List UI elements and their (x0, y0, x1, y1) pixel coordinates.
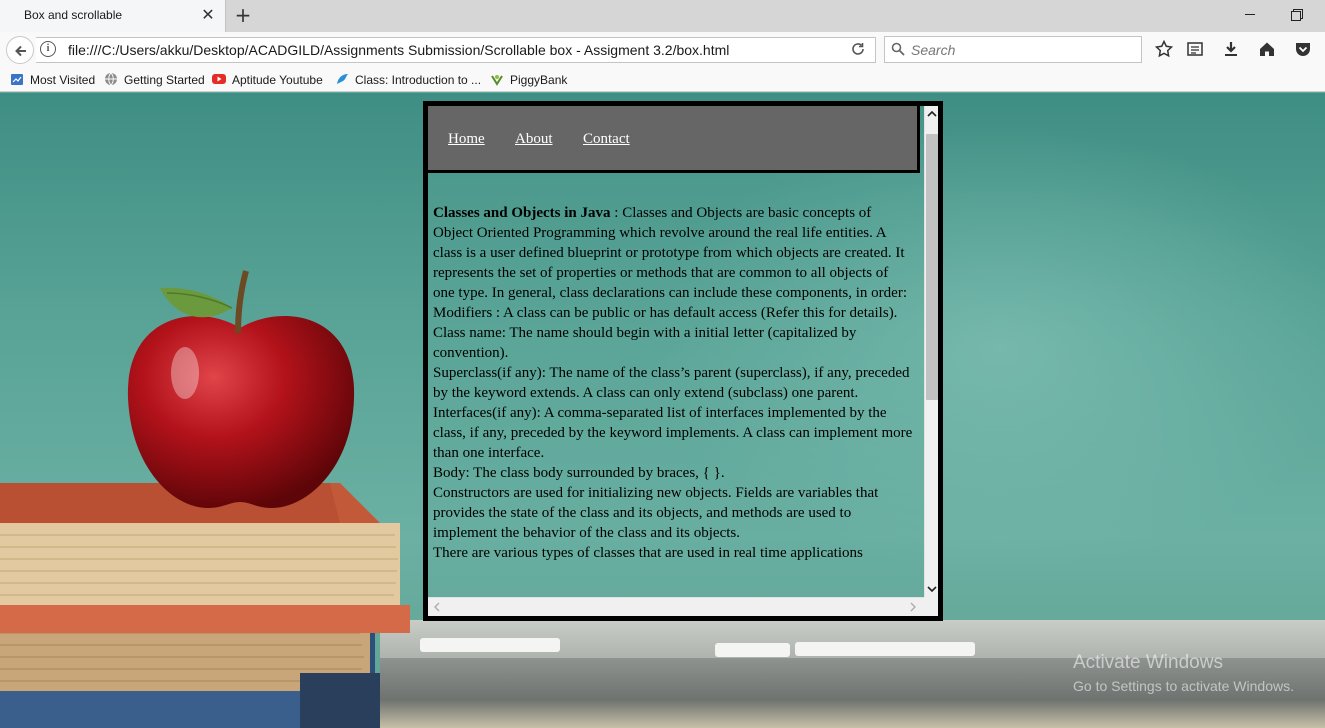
nav-link-home[interactable]: Home (448, 131, 485, 148)
search-icon (891, 42, 905, 56)
bookmark-most-visited[interactable]: Most Visited (10, 72, 95, 90)
chalk-piece (420, 638, 560, 652)
nav-link-contact[interactable]: Contact (583, 131, 630, 148)
vertical-scrollbar[interactable] (924, 106, 938, 597)
reading-list-icon[interactable] (1186, 40, 1204, 58)
box-nav-bar: Home About Contact (428, 106, 920, 173)
article-paragraph: Body: The class body surrounded by brace… (433, 465, 725, 481)
vertical-scroll-thumb[interactable] (926, 134, 938, 400)
article-paragraph: Class name: The name should begin with a… (433, 325, 857, 361)
activate-windows-watermark: Activate Windows Go to Settings to activ… (1073, 652, 1294, 694)
back-arrow-icon (15, 45, 26, 57)
scroll-down-arrow-icon[interactable] (925, 581, 939, 597)
watermark-subtitle: Go to Settings to activate Windows. (1073, 678, 1294, 694)
scroll-right-arrow-icon[interactable] (908, 602, 918, 612)
bookmark-getting-started[interactable]: Getting Started (104, 72, 205, 90)
restore-window-icon[interactable] (1289, 6, 1305, 22)
bird-icon (337, 74, 348, 84)
url-text[interactable]: file:///C:/Users/akku/Desktop/ACADGILD/A… (68, 42, 729, 58)
globe-icon (105, 72, 117, 86)
piggybank-icon (491, 75, 503, 86)
back-button[interactable] (6, 36, 34, 64)
reload-icon[interactable] (850, 41, 866, 57)
scrollbar-corner (924, 597, 938, 616)
minimize-window-icon[interactable] (1242, 6, 1258, 22)
scroll-left-arrow-icon[interactable] (432, 602, 442, 612)
youtube-icon (212, 74, 226, 84)
bookmarks-folder-icon (11, 74, 23, 85)
article-paragraph: Interfaces(if any): A comma-separated li… (433, 405, 913, 461)
download-icon[interactable] (1222, 40, 1240, 58)
red-apple-illustration (127, 270, 355, 508)
bookmark-aptitude-youtube[interactable]: Aptitude Youtube (212, 72, 323, 90)
bookmark-star-icon[interactable] (1155, 40, 1173, 58)
watermark-title: Activate Windows (1073, 652, 1223, 673)
scrollable-box[interactable]: Home About Contact Classes and Objects i… (423, 101, 943, 621)
site-info-icon[interactable]: i (40, 41, 56, 57)
tab-title: Box and scrollable (24, 8, 123, 22)
nav-link-about[interactable]: About (515, 131, 553, 148)
chalk-piece (715, 643, 790, 657)
close-tab-icon[interactable]: ✕ (199, 6, 217, 24)
bookmark-class-introduction[interactable]: Class: Introduction to ... (335, 72, 481, 90)
box-article: Classes and Objects in Java : Classes an… (433, 203, 913, 563)
bookmark-piggybank[interactable]: PiggyBank (490, 72, 567, 90)
article-paragraph: Classes and Objects in Java : Classes an… (433, 205, 907, 321)
chalk-piece (795, 642, 975, 656)
article-paragraph: Superclass(if any): The name of the clas… (433, 365, 910, 401)
article-heading: Classes and Objects in Java (433, 205, 611, 221)
scroll-up-arrow-icon[interactable] (925, 106, 939, 122)
search-placeholder: Search (911, 42, 956, 58)
article-paragraph: Constructors are used for initializing n… (433, 485, 879, 541)
article-paragraph: There are various types of classes that … (433, 545, 863, 561)
horizontal-scrollbar[interactable] (428, 597, 924, 616)
tab-box-and-scrollable[interactable]: Box and scrollable ✕ (0, 0, 226, 32)
new-tab-icon[interactable]: + (233, 5, 253, 25)
home-icon[interactable] (1258, 40, 1276, 58)
pocket-icon[interactable] (1294, 40, 1312, 58)
